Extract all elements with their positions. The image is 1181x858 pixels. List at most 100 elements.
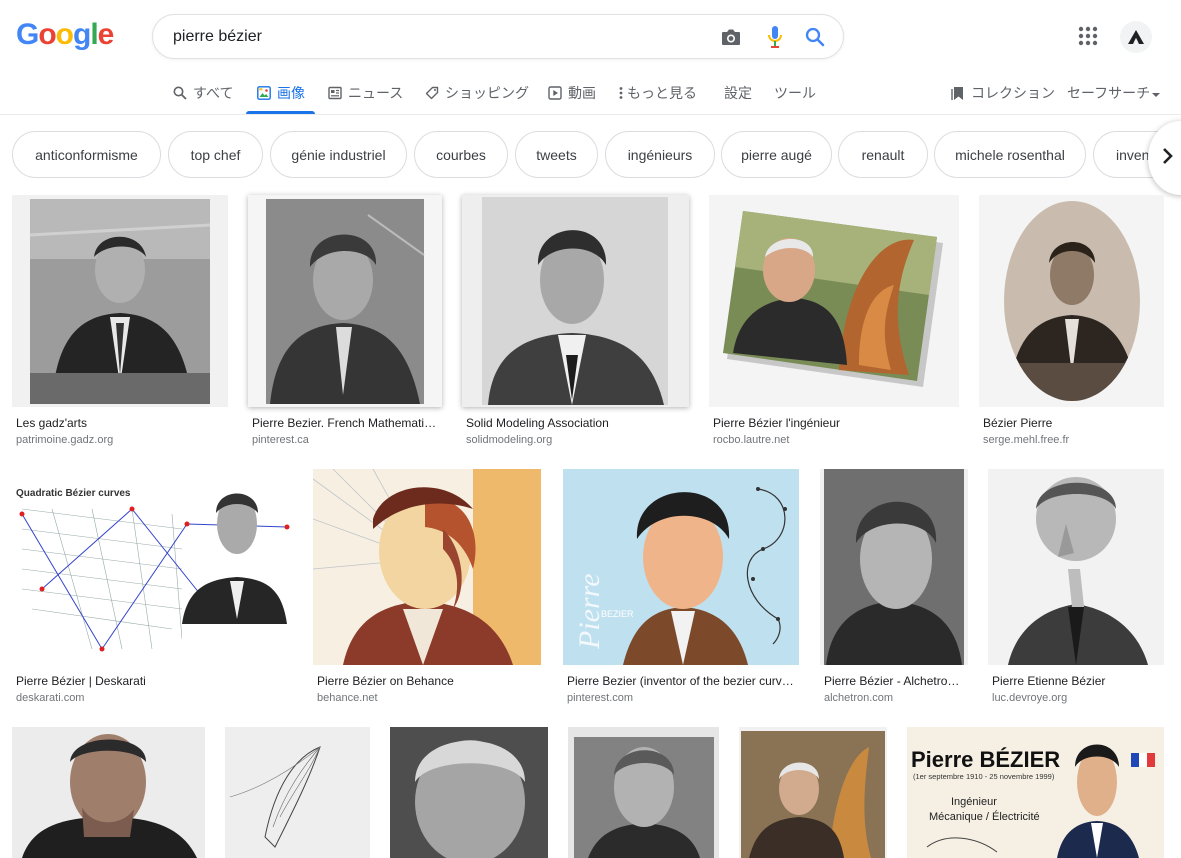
search-input[interactable] <box>173 26 693 48</box>
result-source: deskarati.com <box>16 692 85 704</box>
result-source: behance.net <box>317 692 378 704</box>
result-title: Pierre Bezier. French Mathemati… <box>252 416 437 430</box>
result-source: luc.devroye.org <box>992 692 1068 704</box>
image-result[interactable]: Pierre BEZIER Pierre Bezier (inventor of… <box>563 469 799 709</box>
result-thumbnail <box>739 727 887 858</box>
image-result[interactable]: Pierre Etienne Bézier luc.devroye.org <box>988 469 1164 709</box>
result-source: pinterest.ca <box>252 434 309 446</box>
image-result[interactable]: Pierre Bézier on Behance behance.net <box>313 469 541 709</box>
chip[interactable]: top chef <box>168 131 263 178</box>
poster-dates: (1er septembre 1910 - 25 novembre 1999) <box>913 772 1055 781</box>
microphone-icon[interactable] <box>763 25 787 49</box>
bezier-poster-image: Pierre BÉZIER (1er septembre 1910 - 25 n… <box>907 727 1164 858</box>
caret-down-icon <box>1152 85 1161 101</box>
result-thumbnail <box>390 727 548 858</box>
tab-label: もっと見る <box>627 85 697 101</box>
search-box <box>152 14 844 59</box>
chip[interactable]: renault <box>838 131 928 178</box>
account-avatar[interactable] <box>1120 21 1152 53</box>
bezier-label: BEZIER <box>601 609 634 619</box>
image-result[interactable]: Les gadz'arts patrimoine.gadz.org <box>12 195 228 450</box>
result-title: Solid Modeling Association <box>466 416 609 430</box>
search-icon[interactable] <box>803 25 827 49</box>
result-thumbnail <box>709 195 959 407</box>
portrait-image <box>12 727 205 858</box>
portrait-image <box>709 195 959 407</box>
image-result[interactable]: Pierre Bézier - Alchetro… alchetron.com <box>820 469 968 709</box>
image-result[interactable] <box>568 727 719 858</box>
safesearch-dropdown[interactable]: セーフサーチ <box>1067 82 1161 104</box>
result-thumbnail <box>979 195 1164 407</box>
portrait-image <box>568 727 719 858</box>
tab-label: 動画 <box>568 85 596 101</box>
image-result[interactable]: Bézier Pierre serge.mehl.free.fr <box>979 195 1164 450</box>
result-thumbnail <box>225 727 370 858</box>
image-result[interactable]: Quadratic Bézier curves Pierre Bézier | … <box>12 469 293 709</box>
result-source: patrimoine.gadz.org <box>16 434 114 446</box>
logo-letter: g <box>73 18 91 51</box>
result-title: Pierre Bézier l'ingénieur <box>713 416 841 430</box>
apps-grid-icon[interactable] <box>1077 25 1099 47</box>
search-icon <box>173 86 187 100</box>
image-result[interactable] <box>739 727 887 858</box>
logo-letter: l <box>90 18 98 51</box>
portrait-with-sculpture-image <box>739 727 887 858</box>
portrait-image <box>248 195 442 407</box>
result-thumbnail <box>820 469 968 665</box>
result-thumbnail <box>988 469 1164 665</box>
tab-images[interactable]: 画像 <box>257 82 305 104</box>
portrait-image <box>12 195 228 407</box>
image-result[interactable]: Pierre BÉZIER (1er septembre 1910 - 25 n… <box>907 727 1164 858</box>
tab-label: ツール <box>774 85 816 101</box>
chip[interactable]: pierre augé <box>721 131 832 178</box>
result-thumbnail <box>248 195 442 407</box>
collections-label: コレクション <box>971 85 1055 101</box>
tab-more[interactable]: もっと見る <box>618 82 697 104</box>
result-source: solidmodeling.org <box>466 434 553 446</box>
tab-shopping[interactable]: ショッピング <box>425 82 529 104</box>
news-icon <box>328 86 342 100</box>
image-result[interactable]: Pierre Bezier. French Mathemati… pintere… <box>248 195 442 450</box>
result-thumbnail: Quadratic Bézier curves <box>12 469 293 665</box>
result-thumbnail <box>313 469 541 665</box>
bookmark-icon <box>951 86 965 100</box>
result-title: Pierre Etienne Bézier <box>992 674 1106 688</box>
google-logo[interactable]: Google <box>16 18 115 52</box>
portrait-image <box>462 195 689 407</box>
tab-tools[interactable]: ツール <box>774 82 816 104</box>
result-thumbnail <box>12 195 228 407</box>
image-result[interactable] <box>12 727 205 858</box>
image-result[interactable]: Pierre Bézier l'ingénieur rocbo.lautre.n… <box>709 195 959 450</box>
tab-settings[interactable]: 設定 <box>724 82 752 104</box>
french-flag-icon <box>1131 753 1139 767</box>
caricature-sketch-image <box>988 469 1164 665</box>
camera-icon[interactable] <box>719 25 743 49</box>
chip[interactable]: ingénieurs <box>605 131 715 178</box>
tab-label: ショッピング <box>445 85 529 101</box>
tag-icon <box>425 86 439 100</box>
tab-label: すべて <box>193 85 234 101</box>
tab-videos[interactable]: 動画 <box>548 82 596 104</box>
more-vert-icon <box>618 86 624 100</box>
account-logo-icon <box>1128 30 1144 44</box>
collections-link[interactable]: コレクション <box>951 82 1055 104</box>
chip[interactable]: génie industriel <box>270 131 407 178</box>
diagram-heading: Quadratic Bézier curves <box>16 488 131 499</box>
bezier-diagram-image: Quadratic Bézier curves <box>12 469 293 665</box>
result-thumbnail <box>12 727 205 858</box>
image-result[interactable] <box>225 727 370 858</box>
chip[interactable]: tweets <box>515 131 598 178</box>
safesearch-label: セーフサーチ <box>1067 85 1151 101</box>
tab-all[interactable]: すべて <box>173 82 233 104</box>
chevron-right-icon <box>1162 147 1174 170</box>
logo-letter: o <box>55 18 74 51</box>
caricature-image: Pierre BEZIER <box>563 469 799 665</box>
logo-letter: e <box>97 18 115 51</box>
tab-news[interactable]: ニュース <box>328 82 403 104</box>
chip[interactable]: michele rosenthal <box>934 131 1086 178</box>
chip[interactable]: anticonformisme <box>12 131 161 178</box>
image-result[interactable]: Solid Modeling Association solidmodeling… <box>462 195 689 450</box>
chip[interactable]: courbes <box>414 131 508 178</box>
image-result[interactable] <box>390 727 548 858</box>
illustrated-portrait-image <box>313 469 541 665</box>
